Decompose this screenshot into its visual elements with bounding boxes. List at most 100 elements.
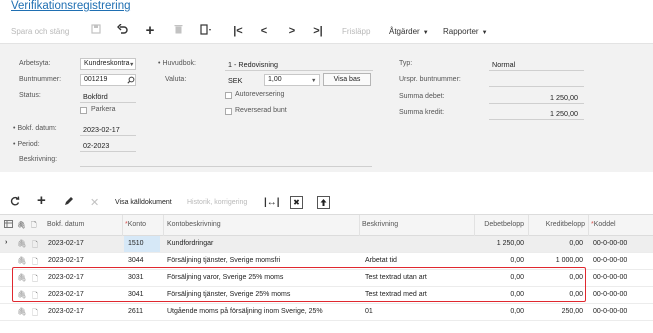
add-row-icon[interactable]: + xyxy=(37,193,46,208)
col-koddel[interactable]: *Koddel xyxy=(591,221,616,228)
cell-koddel[interactable]: 00-0-00-00 xyxy=(593,274,627,281)
typ-label: Typ: xyxy=(399,60,413,67)
divider xyxy=(80,135,136,136)
col-debetbelopp[interactable]: Debetbelopp xyxy=(478,221,524,228)
last-record-icon[interactable]: >| xyxy=(311,24,325,38)
cell-konto[interactable]: 3044 xyxy=(128,257,144,264)
cell-kredit[interactable]: 1 000,00 xyxy=(532,257,583,264)
trash-icon[interactable] xyxy=(171,24,185,38)
urspr-buntnummer-label: Urspr. buntnummer: xyxy=(399,76,461,83)
period-label-text: Period: xyxy=(17,141,40,148)
header-form: Arbetsyta: Kundreskontra ▼ Buntnummer: 0… xyxy=(0,44,653,172)
fit-columns-icon[interactable]: |↔| xyxy=(264,196,280,210)
undo-icon[interactable] xyxy=(115,23,129,38)
chevron-down-icon[interactable]: ▼ xyxy=(311,78,316,84)
status-label: Status: xyxy=(19,92,41,99)
bokf-datum-field[interactable]: 2023-02-17 xyxy=(83,125,120,134)
highlight-box xyxy=(12,267,586,302)
cell-kredit[interactable]: 0,00 xyxy=(532,240,583,247)
attachment-icon[interactable]: 🖇 xyxy=(17,307,27,316)
summa-debet-value: 1 250,00 xyxy=(550,93,578,102)
historik-korrigering-button[interactable]: Historik, korrigering xyxy=(187,197,247,209)
save-close-button[interactable]: Spara och stäng xyxy=(11,25,69,39)
plus-icon[interactable]: + xyxy=(143,23,157,38)
chevron-down-icon[interactable]: ▼ xyxy=(129,62,134,68)
column-separator xyxy=(474,215,475,237)
bokf-datum-label: • Bokf. datum: xyxy=(13,125,57,132)
autoreversering-checkbox[interactable] xyxy=(225,92,232,99)
buntnummer-label: Buntnummer: xyxy=(19,76,62,83)
cell-kontobeskrivning[interactable]: Försäljning tjänster, Sverige momsfri xyxy=(167,257,280,264)
col-bokf-datum[interactable]: Bokf. datum xyxy=(47,221,84,228)
arbetsyta-label: Arbetsyta: xyxy=(19,60,51,67)
cell-debet[interactable]: 0,00 xyxy=(478,308,524,315)
delete-row-icon[interactable]: ✕ xyxy=(90,196,99,210)
cell-konto[interactable]: 1510 xyxy=(128,240,144,247)
attachment-icon[interactable]: 🖇 xyxy=(17,256,27,265)
cell-date[interactable]: 2023-02-17 xyxy=(48,308,84,315)
chevron-down-icon: ▼ xyxy=(481,30,488,36)
table-row[interactable]: › 🖇 🗋 2023-02-17 1510 Kundfordringar 1 2… xyxy=(0,236,653,253)
cell-koddel[interactable]: 00-0-00-00 xyxy=(593,308,627,315)
copy-paste-icon[interactable] xyxy=(199,24,213,38)
visa-kalldokument-button[interactable]: Visa källdokument xyxy=(115,197,172,209)
column-separator xyxy=(163,215,164,237)
reports-menu[interactable]: Rapporter ▼ xyxy=(443,25,488,39)
table-row[interactable]: 🖇 🗋 2023-02-17 2611 Utgående moms på för… xyxy=(0,304,653,321)
cell-koddel[interactable]: 00-0-00-00 xyxy=(593,257,627,264)
cell-kontobeskrivning[interactable]: Utgående moms på försäljning inom Sverig… xyxy=(167,308,323,315)
cell-date[interactable]: 2023-02-17 xyxy=(48,257,84,264)
cell-beskrivning[interactable]: Arbetat tid xyxy=(365,257,397,264)
refresh-icon[interactable] xyxy=(10,196,20,210)
parkera-label: Parkera xyxy=(91,106,116,113)
valuta-label: Valuta: xyxy=(165,76,187,83)
huvudbok-value: 1 - Redovisning xyxy=(228,60,278,69)
visa-bas-button[interactable]: Visa bas xyxy=(323,73,371,86)
reverserad-bunt-checkbox[interactable] xyxy=(225,108,232,115)
column-separator xyxy=(359,215,360,237)
col-konto[interactable]: *Konto xyxy=(125,221,146,228)
next-record-icon[interactable]: > xyxy=(285,24,299,38)
pencil-icon[interactable] xyxy=(64,196,74,210)
cell-beskrivning[interactable]: 01 xyxy=(365,308,373,315)
column-separator xyxy=(588,215,589,237)
note-icon[interactable]: 🗋 xyxy=(32,307,38,320)
summa-debet-label: Summa debet: xyxy=(399,93,445,100)
col-beskrivning[interactable]: Beskrivning xyxy=(362,221,398,228)
upload-icon[interactable] xyxy=(317,196,330,209)
note-icon[interactable]: 🗋 xyxy=(32,239,38,252)
cell-debet[interactable]: 1 250,00 xyxy=(478,240,524,247)
col-kreditbelopp[interactable]: Kreditbelopp xyxy=(532,221,585,228)
cell-kontobeskrivning[interactable]: Kundfordringar xyxy=(167,240,213,247)
cell-kredit[interactable]: 250,00 xyxy=(532,308,583,315)
cell-koddel[interactable]: 00-0-00-00 xyxy=(593,291,627,298)
parkera-checkbox[interactable] xyxy=(80,107,87,114)
divider xyxy=(80,151,136,152)
release-button[interactable]: Frisläpp xyxy=(342,25,370,39)
save-icon[interactable] xyxy=(89,24,103,38)
reports-menu-label: Rapporter xyxy=(443,27,479,36)
search-icon[interactable] xyxy=(127,76,135,86)
note-column-icon: 🗋 xyxy=(31,222,37,229)
beskrivning-field[interactable] xyxy=(80,166,372,167)
reverserad-bunt-label: Reverserad bunt xyxy=(235,107,287,114)
cell-koddel[interactable]: 00-0-00-00 xyxy=(593,240,627,247)
attachment-icon[interactable]: 🖇 xyxy=(17,239,27,248)
col-koddel-label: Koddel xyxy=(593,221,616,228)
row-settings-icon[interactable] xyxy=(4,220,13,230)
period-label: • Period: xyxy=(13,141,40,148)
arbetsyta-select[interactable]: Kundreskontra xyxy=(80,58,136,70)
summa-kredit-value: 1 250,00 xyxy=(550,109,578,118)
actions-menu[interactable]: Åtgärder ▼ xyxy=(389,25,429,39)
period-field[interactable]: 02-2023 xyxy=(83,141,109,150)
previous-record-icon[interactable]: < xyxy=(257,24,271,38)
cell-konto[interactable]: 2611 xyxy=(128,308,143,315)
first-record-icon[interactable]: |< xyxy=(231,24,245,38)
cell-debet[interactable]: 0,00 xyxy=(478,257,524,264)
export-excel-icon[interactable]: ✖ xyxy=(290,196,303,209)
summa-kredit-label: Summa kredit: xyxy=(399,109,445,116)
current-row-arrow-icon: › xyxy=(5,239,8,246)
col-kontobeskrivning[interactable]: Kontobeskrivning xyxy=(167,221,221,228)
page-title[interactable]: Verifikationsregistrering xyxy=(11,0,131,12)
cell-date[interactable]: 2023-02-17 xyxy=(48,240,84,247)
